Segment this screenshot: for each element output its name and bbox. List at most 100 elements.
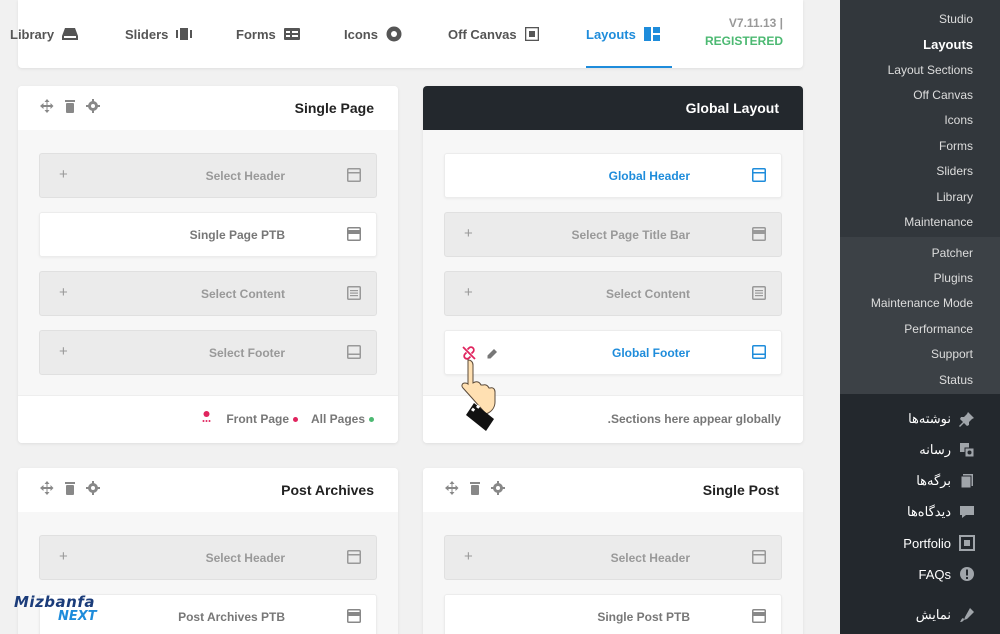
version-number: V7.11.13 | xyxy=(728,16,783,30)
layouts-icon xyxy=(643,27,660,41)
tab-forms[interactable]: Forms xyxy=(236,0,300,68)
gear-icon[interactable] xyxy=(491,481,505,495)
tab-off-canvas[interactable]: Off Canvas xyxy=(448,0,539,68)
select-page-title-bar-row[interactable]: + Select Page Title Bar xyxy=(444,212,782,257)
tab-sliders[interactable]: Sliders xyxy=(125,0,193,68)
front-page-label: Front Page xyxy=(226,412,289,426)
plus-icon[interactable]: + xyxy=(464,226,473,241)
menu-posts[interactable]: نوشته‌ها xyxy=(908,411,975,427)
trash-icon[interactable] xyxy=(63,481,77,495)
menu-pages-label: برگه‌ها xyxy=(916,473,951,488)
menu-icons[interactable]: Icons xyxy=(944,113,973,127)
pin-marker-icon xyxy=(202,410,211,424)
menu-comments-label: دیدگاه‌ها xyxy=(906,504,951,519)
menu-layouts[interactable]: Layouts xyxy=(923,37,973,52)
global-footer-note: Sections here appear globally. xyxy=(607,412,781,426)
select-header-row[interactable]: + Select Header xyxy=(39,153,377,198)
menu-sliders[interactable]: Sliders xyxy=(936,164,973,178)
menu-media-label: رسانه xyxy=(919,442,951,457)
menu-status[interactable]: Status xyxy=(939,373,973,387)
pin-icon xyxy=(959,412,974,427)
menu-appearance[interactable]: نمایش xyxy=(916,607,975,623)
menu-patcher[interactable]: Patcher xyxy=(932,246,973,260)
trash-icon[interactable] xyxy=(468,481,482,495)
page-title-bar-icon xyxy=(752,227,766,241)
row-label: Select Header xyxy=(205,551,285,565)
tab-sliders-label: Sliders xyxy=(125,26,169,42)
header-layout-icon xyxy=(752,550,766,564)
select-header-row[interactable]: + Select Header xyxy=(39,535,377,580)
select-content-row[interactable]: + Select Content xyxy=(39,271,377,316)
move-icon[interactable] xyxy=(445,481,459,495)
front-page-dot xyxy=(293,417,298,423)
page-title-bar-icon xyxy=(752,609,766,623)
plus-icon[interactable]: + xyxy=(464,549,473,564)
select-content-row[interactable]: + Select Content xyxy=(444,271,782,316)
content-icon xyxy=(347,286,361,300)
footer-layout-icon xyxy=(347,345,361,359)
tab-off-canvas-label: Off Canvas xyxy=(448,26,517,42)
row-label: Select Page Title Bar xyxy=(571,228,691,242)
global-header-row[interactable]: Global Header xyxy=(444,153,782,198)
card-title: Global Layout xyxy=(685,100,779,116)
tab-icons[interactable]: Icons xyxy=(344,0,402,68)
header-layout-icon xyxy=(752,168,766,182)
gear-icon[interactable] xyxy=(86,481,100,495)
all-pages-label: All Pages xyxy=(310,412,365,426)
plus-icon[interactable]: + xyxy=(59,167,68,182)
menu-plugins[interactable]: Plugins xyxy=(934,271,973,285)
plus-icon[interactable]: + xyxy=(59,285,68,300)
row-label: Single Post PTB xyxy=(597,610,690,624)
menu-forms[interactable]: Forms xyxy=(939,139,973,153)
menu-posts-label: نوشته‌ها xyxy=(908,411,951,426)
menu-portfolio[interactable]: Portfolio xyxy=(903,535,975,551)
all-pages-dot xyxy=(369,417,374,423)
card-header: Global Layout xyxy=(423,86,803,130)
menu-portfolio-label: Portfolio xyxy=(903,535,951,551)
tab-forms-label: Forms xyxy=(236,26,276,42)
tab-layouts[interactable]: Layouts xyxy=(586,0,672,68)
card-body: + Select Header Single Page PTB + Select… xyxy=(18,130,398,395)
row-label: Global Footer xyxy=(612,346,690,360)
menu-off-canvas[interactable]: Off Canvas xyxy=(913,88,973,102)
row-label: Post Archives PTB xyxy=(178,610,285,624)
plus-icon[interactable]: + xyxy=(59,549,68,564)
plus-icon[interactable]: + xyxy=(464,285,473,300)
all-pages-link[interactable]: All Pages xyxy=(311,412,374,426)
row-label: Select Content xyxy=(605,287,690,301)
trash-icon[interactable] xyxy=(63,99,77,113)
card-title: Post Archives xyxy=(281,482,374,498)
menu-pages[interactable]: برگه‌ها xyxy=(916,473,975,489)
library-icon xyxy=(62,28,79,40)
menu-layout-sections[interactable]: Layout Sections xyxy=(888,63,973,77)
forms-icon xyxy=(283,28,300,40)
builder-top-nav: Library Sliders Forms Icons Off Canvas L… xyxy=(10,0,803,68)
plus-icon[interactable]: + xyxy=(59,344,68,359)
row-label: Single Page PTB xyxy=(189,228,285,242)
menu-media[interactable]: رسانه xyxy=(919,442,975,458)
menu-support[interactable]: Support xyxy=(931,347,973,361)
gear-icon[interactable] xyxy=(86,99,100,113)
menu-appearance-label: نمایش xyxy=(915,607,951,622)
page-title-bar-icon xyxy=(347,227,361,241)
single-page-ptb-row[interactable]: Single Page PTB xyxy=(39,212,377,257)
row-label: Global Header xyxy=(608,169,690,183)
sliders-icon xyxy=(176,28,193,40)
menu-comments[interactable]: دیدگاه‌ها xyxy=(907,504,975,520)
menu-maintenance-mode[interactable]: Maintenance Mode xyxy=(871,296,973,310)
menu-maintenance[interactable]: Maintenance xyxy=(904,215,973,229)
select-header-row[interactable]: + Select Header xyxy=(444,535,782,580)
mizbanfa-logo: Mizbanfa NEXT xyxy=(14,593,106,629)
menu-performance[interactable]: Performance xyxy=(904,322,973,336)
front-page-link[interactable]: Front Page xyxy=(226,412,298,426)
menu-studio[interactable]: Studio xyxy=(939,12,973,26)
single-post-ptb-row[interactable]: Single Post PTB xyxy=(444,594,782,634)
move-icon[interactable] xyxy=(40,99,54,113)
icons-icon xyxy=(386,26,402,42)
menu-faqs[interactable]: FAQs xyxy=(918,566,975,582)
card-title: Single Page xyxy=(294,100,374,116)
move-icon[interactable] xyxy=(40,481,54,495)
select-footer-row[interactable]: + Select Footer xyxy=(39,330,377,375)
menu-library[interactable]: Library xyxy=(936,190,973,204)
tab-library[interactable]: Library xyxy=(10,0,79,68)
